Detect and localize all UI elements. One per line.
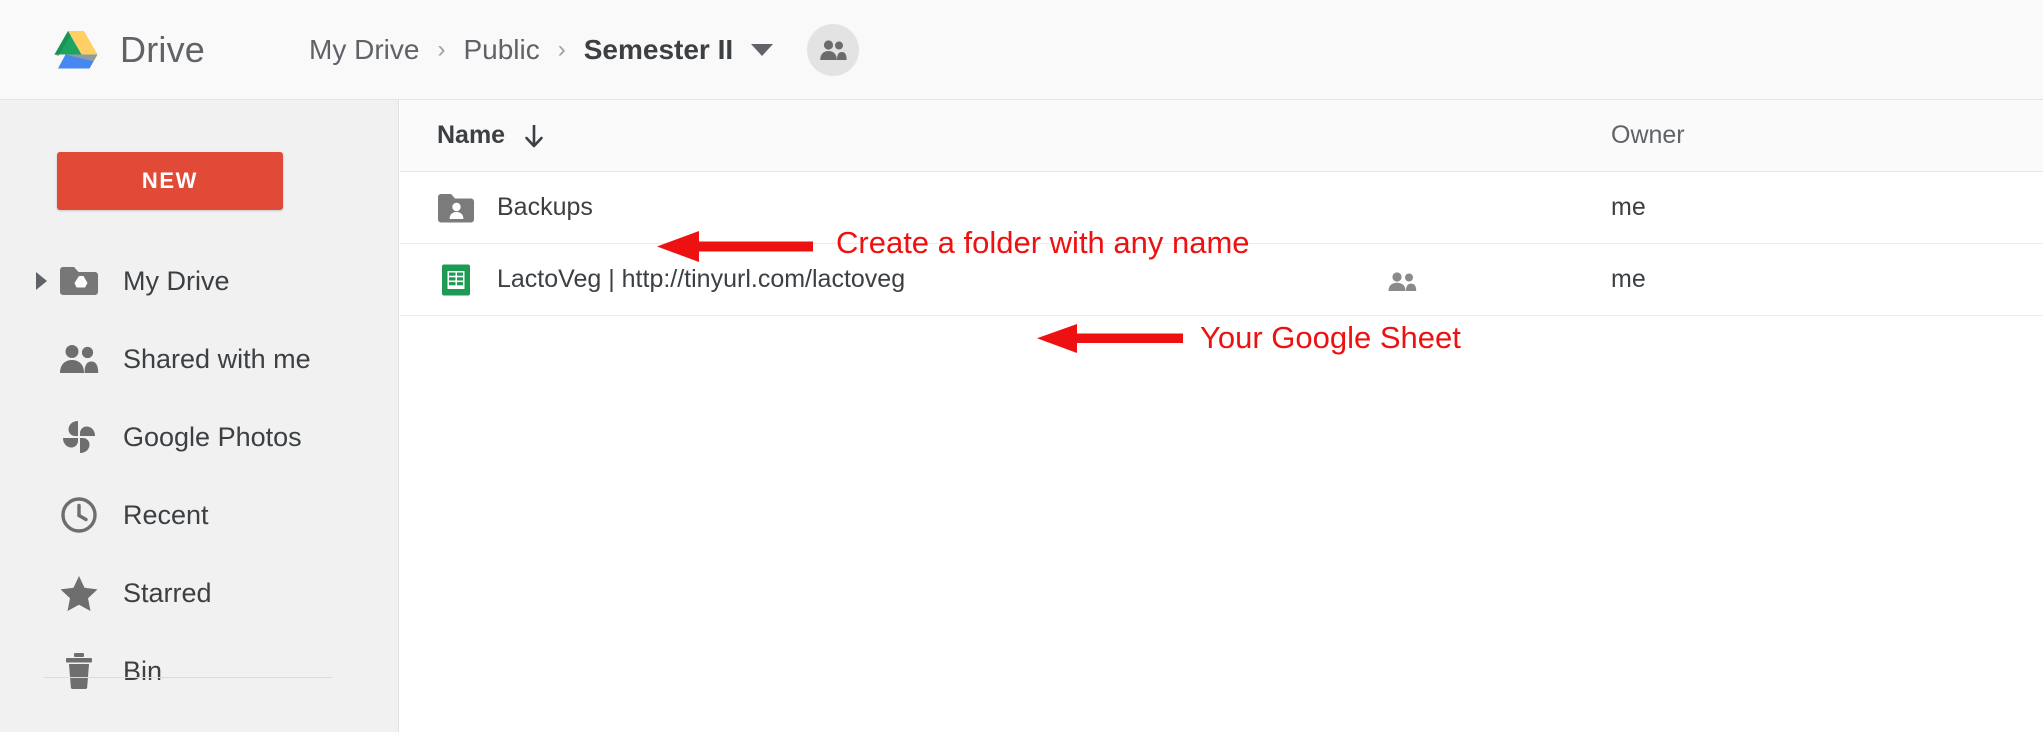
chevron-down-icon[interactable]	[751, 43, 774, 56]
star-icon	[57, 571, 101, 615]
app-title: Drive	[120, 28, 206, 70]
sidebar-item-google-photos[interactable]: Google Photos	[0, 398, 399, 476]
column-header-label: Name	[437, 121, 506, 149]
breadcrumb-separator: ›	[557, 35, 566, 63]
file-list-header: Name Owner	[400, 100, 2043, 172]
share-badge[interactable]	[807, 23, 860, 76]
annotation-left-arrow-1	[657, 231, 813, 262]
sidebar-item-label: Recent	[123, 499, 209, 530]
file-owner: me	[1611, 193, 1646, 221]
top-header-bar: Drive My Drive › Public › Semester II	[0, 0, 2043, 100]
annotation-label-create-folder: Create a folder with any name	[836, 225, 1250, 260]
people-icon	[1385, 271, 1421, 298]
column-header-owner[interactable]: Owner	[1611, 121, 1685, 150]
annotation-label-your-google-sheet: Your Google Sheet	[1200, 320, 1461, 355]
sidebar-nav-list: My Drive Shared with me Google Photos Re…	[0, 242, 399, 710]
sidebar-item-recent[interactable]: Recent	[0, 476, 399, 554]
google-drive-logo-icon	[54, 30, 98, 68]
sidebar-item-label: Google Photos	[123, 421, 302, 452]
file-owner: me	[1611, 265, 1646, 293]
breadcrumb-separator: ›	[437, 35, 446, 63]
drive-folder-icon	[57, 259, 101, 303]
sidebar-item-starred[interactable]: Starred	[0, 554, 399, 632]
sidebar-item-label: My Drive	[123, 265, 230, 296]
file-list-panel: Name Owner Backups me LactoVeg | http://…	[400, 100, 2043, 732]
breadcrumb-item-semester-ii[interactable]: Semester II	[584, 34, 733, 66]
sidebar-item-label: Shared with me	[123, 343, 311, 374]
sidebar-item-label: Starred	[123, 577, 212, 608]
arrow-down-icon	[525, 124, 543, 147]
sidebar: NEW My Drive Shared with me Google Photo…	[0, 100, 399, 732]
google-drive-window: Drive My Drive › Public › Semester II NE…	[0, 0, 2043, 732]
column-header-name[interactable]: Name	[437, 121, 547, 151]
google-sheets-icon	[437, 261, 475, 299]
breadcrumb-item-my-drive[interactable]: My Drive	[309, 34, 419, 66]
people-icon	[57, 337, 101, 381]
trash-icon	[57, 649, 101, 693]
new-button[interactable]: NEW	[57, 152, 283, 210]
expand-triangle-icon[interactable]	[36, 272, 47, 290]
clock-icon	[57, 493, 101, 537]
sidebar-divider	[44, 677, 332, 678]
sidebar-item-label: Bin	[123, 655, 163, 686]
column-header-label: Owner	[1611, 121, 1685, 149]
sidebar-item-shared-with-me[interactable]: Shared with me	[0, 320, 399, 398]
file-name[interactable]: Backups	[497, 193, 593, 222]
annotation-left-arrow-2	[1037, 324, 1183, 353]
shared-folder-icon	[437, 189, 475, 227]
sidebar-item-my-drive[interactable]: My Drive	[0, 242, 399, 320]
drive-brand[interactable]: Drive	[52, 29, 205, 71]
breadcrumb-item-public[interactable]: Public	[463, 34, 539, 66]
people-icon	[820, 39, 847, 60]
google-photos-pinwheel-icon	[57, 415, 101, 459]
sidebar-item-bin[interactable]: Bin	[0, 632, 399, 710]
breadcrumb: My Drive › Public › Semester II	[309, 23, 860, 76]
